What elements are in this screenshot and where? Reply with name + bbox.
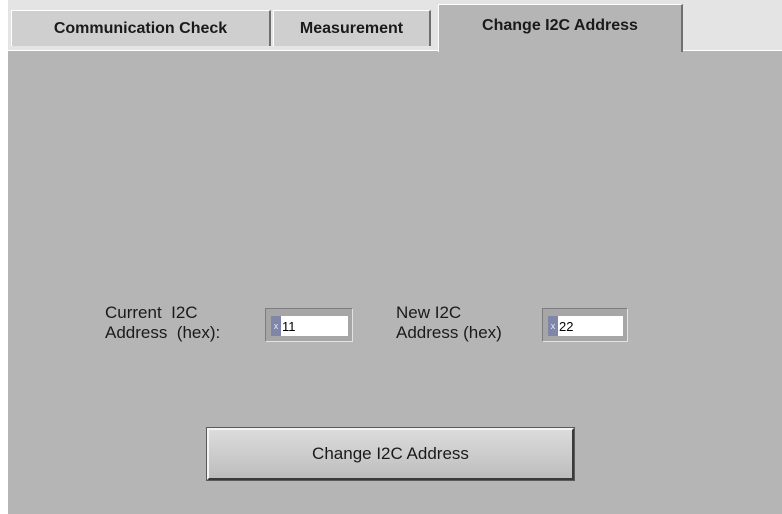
current-address-field[interactable] — [281, 316, 348, 336]
new-address-control: x — [542, 308, 628, 342]
tab-measurement[interactable]: Measurement — [273, 10, 431, 46]
new-address-label-line1: New I2C — [396, 303, 462, 322]
current-address-control: x — [265, 308, 353, 342]
new-address-label-line2: Address (hex) — [396, 323, 502, 342]
tab-communication-check[interactable]: Communication Check — [11, 10, 271, 46]
change-i2c-address-button[interactable]: Change I2C Address — [207, 428, 574, 480]
current-address-label-line1: Current I2C — [105, 303, 198, 322]
current-address-label-line2: Address (hex): — [105, 323, 221, 342]
hex-radix-indicator[interactable]: x — [271, 316, 281, 336]
tab-strip: Communication Check Measurement Change I… — [8, 0, 782, 52]
hex-radix-indicator[interactable]: x — [548, 316, 558, 336]
tab-change-i2c-address[interactable]: Change I2C Address — [438, 4, 683, 52]
new-address-field[interactable] — [558, 316, 623, 336]
tab-control: Communication Check Measurement Change I… — [8, 0, 782, 514]
